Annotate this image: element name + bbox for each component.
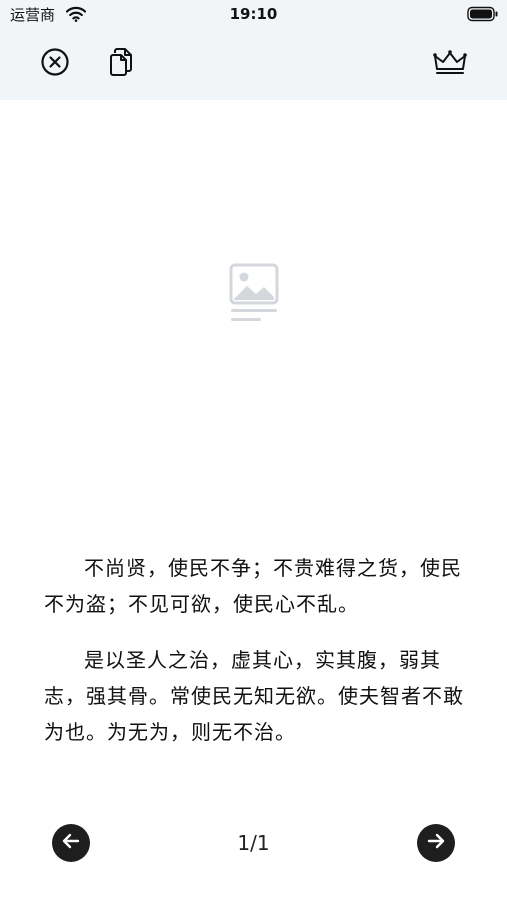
status-time: 19:10	[229, 5, 278, 23]
paragraph-1: 不尚贤，使民不争；不贵难得之货，使民不为盗；不见可欲，使民心不乱。	[44, 556, 462, 616]
status-bar: 运营商 19:10	[0, 0, 507, 30]
copy-document-icon	[107, 47, 135, 81]
crown-icon	[432, 48, 468, 80]
battery-icon	[467, 6, 499, 22]
close-button[interactable]	[36, 45, 74, 83]
reading-content: 不尚贤，使民不争；不贵难得之货，使民不为盗；不见可欲，使民心不乱。 是以圣人之治…	[44, 550, 474, 750]
close-circle-icon	[40, 47, 70, 81]
image-placeholder-icon	[226, 262, 282, 326]
paragraph-2: 是以圣人之治，虚其心，实其腹，弱其志，强其骨。常使民无知无欲。使夫智者不敢为也。…	[44, 648, 464, 744]
vip-button[interactable]	[431, 45, 469, 83]
arrow-right-icon	[425, 830, 447, 856]
next-page-button[interactable]	[417, 824, 455, 862]
reader-screen: 运营商 19:10 不尚贤，使民不争；不贵难得之货，使民不为盗；不见可欲，使民心…	[0, 0, 507, 900]
copy-button[interactable]	[102, 45, 140, 83]
